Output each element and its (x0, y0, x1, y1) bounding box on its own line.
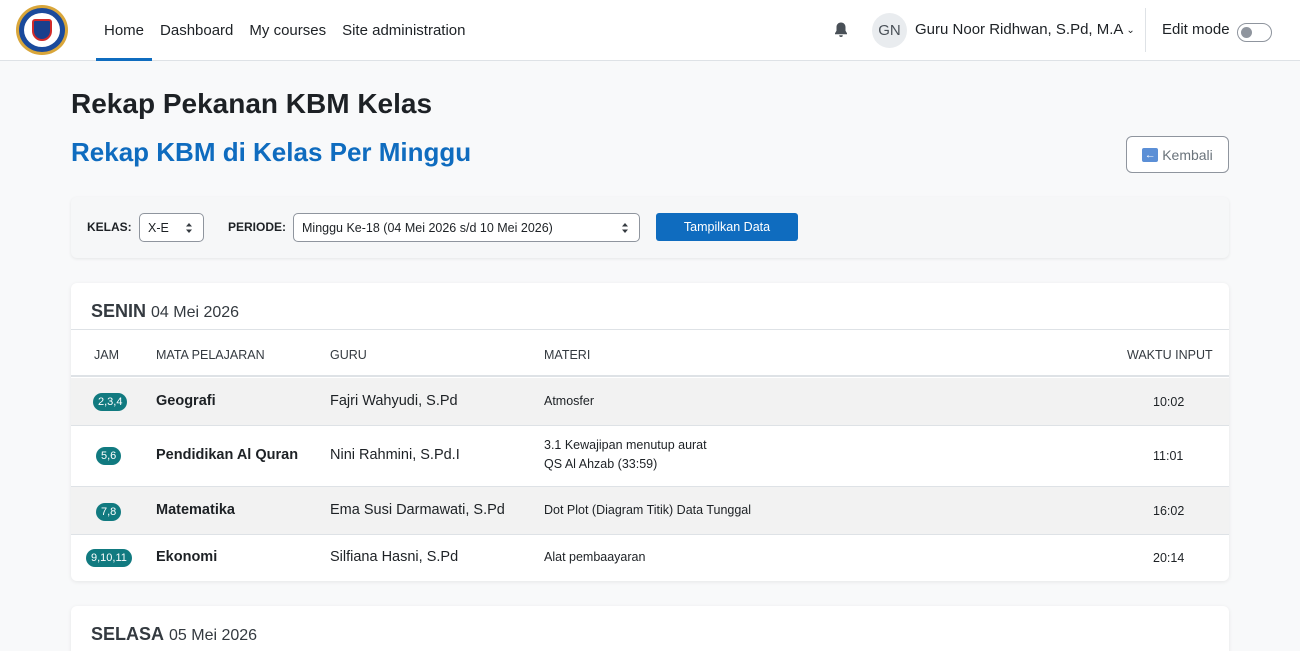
materi-line: QS Al Ahzab (33:59) (544, 457, 658, 471)
nav-home[interactable]: Home (96, 0, 153, 61)
filter-panel: KELAS: X-E PERIODE: Minggu Ke-18 (04 Mei… (71, 197, 1229, 258)
materi-text: 3.1 Kewajipan menutup aurat QS Al Ahzab … (544, 436, 707, 474)
jam-badge: 9,10,11 (86, 549, 132, 567)
teacher-name: Ema Susi Darmawati, S.Pd (330, 502, 505, 518)
day-card-senin: SENIN 04 Mei 2026 JAM MATA PELAJARAN GURU… (71, 283, 1229, 581)
logo-shield-icon (32, 19, 52, 41)
subject-name: Matematika (156, 502, 235, 518)
user-avatar[interactable]: GN (872, 13, 907, 48)
page-subtitle: Rekap KBM di Kelas Per Minggu (71, 137, 472, 167)
col-guru: GURU (330, 348, 367, 362)
user-name: Guru Noor Ridhwan, S.Pd, M.A (915, 21, 1124, 38)
col-materi: MATERI (544, 348, 591, 362)
jam-badge: 7,8 (96, 503, 122, 521)
table-row: 5,6 Pendidikan Al Quran Nini Rahmini, S.… (71, 426, 1229, 487)
subject-name: Geografi (156, 393, 216, 409)
table-row: 2,3,4 Geografi Fajri Wahyudi, S.Pd Atmos… (71, 378, 1229, 426)
chevron-down-icon: ⌄ (1126, 25, 1135, 36)
subject-name: Pendidikan Al Quran (156, 447, 299, 463)
kelas-value: X-E (148, 220, 169, 235)
back-arrow-icon: ← (1142, 147, 1159, 162)
input-time: 10:02 (1153, 395, 1185, 409)
materi-text: Alat pembaayaran (544, 550, 646, 564)
logo-ring (19, 8, 65, 52)
edit-mode-toggle[interactable] (1237, 23, 1272, 42)
jam-badge: 5,6 (96, 447, 122, 465)
table-row: 9,10,11 Ekonomi Silfiana Hasni, S.Pd Ala… (71, 535, 1229, 581)
top-navbar: Home Dashboard My courses Site administr… (0, 0, 1300, 61)
user-menu-toggle[interactable]: Guru Noor Ridhwan, S.Pd, M.A ⌄ (915, 21, 1135, 38)
jam-badge: 2,3,4 (93, 393, 128, 411)
day-card-selasa: SELASA 05 Mei 2026 (71, 606, 1229, 651)
col-waktu-input: WAKTU INPUT (1127, 348, 1213, 362)
toggle-knob (1241, 27, 1252, 38)
nav-site-administration[interactable]: Site administration (334, 0, 473, 61)
back-button-label: Kembali (1162, 146, 1213, 163)
teacher-name: Nini Rahmini, S.Pd.I (330, 447, 460, 463)
nav-divider (1145, 8, 1146, 52)
school-logo[interactable] (16, 5, 68, 55)
day-date: 05 Mei 2026 (169, 627, 258, 644)
show-data-button[interactable]: Tampilkan Data (656, 213, 798, 241)
materi-text: Dot Plot (Diagram Titik) Data Tunggal (544, 503, 752, 517)
logo-inner (24, 13, 60, 47)
notification-bell-icon[interactable] (833, 21, 849, 39)
table-header: JAM MATA PELAJARAN GURU MATERI WAKTU INP… (71, 329, 1229, 377)
nav-my-courses[interactable]: My courses (241, 0, 334, 61)
page-title: Rekap Pekanan KBM Kelas (71, 88, 433, 119)
teacher-name: Fajri Wahyudi, S.Pd (330, 393, 458, 409)
back-button[interactable]: ← Kembali (1126, 136, 1229, 173)
materi-text: Atmosfer (544, 394, 595, 408)
primary-navigation: Home Dashboard My courses Site administr… (96, 0, 474, 61)
day-name: SELASA (91, 624, 165, 644)
kelas-label: KELAS: (87, 220, 132, 234)
day-date: 04 Mei 2026 (151, 304, 240, 321)
table-row: 7,8 Matematika Ema Susi Darmawati, S.Pd … (71, 487, 1229, 535)
day-heading: SENIN 04 Mei 2026 (91, 301, 239, 322)
kelas-select[interactable]: X-E (139, 213, 204, 242)
periode-select[interactable]: Minggu Ke-18 (04 Mei 2026 s/d 10 Mei 202… (293, 213, 640, 242)
teacher-name: Silfiana Hasni, S.Pd (330, 549, 459, 565)
input-time: 11:01 (1153, 449, 1184, 463)
input-time: 20:14 (1153, 551, 1185, 565)
nav-dashboard[interactable]: Dashboard (152, 0, 241, 61)
day-name: SENIN (91, 301, 147, 321)
periode-label: PERIODE: (228, 220, 287, 234)
subject-name: Ekonomi (156, 549, 218, 565)
day-heading: SELASA 05 Mei 2026 (91, 624, 257, 645)
edit-mode-label: Edit mode (1162, 21, 1230, 38)
col-mata-pelajaran: MATA PELAJARAN (156, 348, 265, 362)
input-time: 16:02 (1153, 504, 1185, 518)
periode-value: Minggu Ke-18 (04 Mei 2026 s/d 10 Mei 202… (302, 220, 553, 235)
select-arrows-icon (622, 223, 628, 233)
col-jam: JAM (94, 348, 119, 362)
materi-line: 3.1 Kewajipan menutup aurat (544, 438, 707, 452)
select-arrows-icon (186, 223, 192, 233)
